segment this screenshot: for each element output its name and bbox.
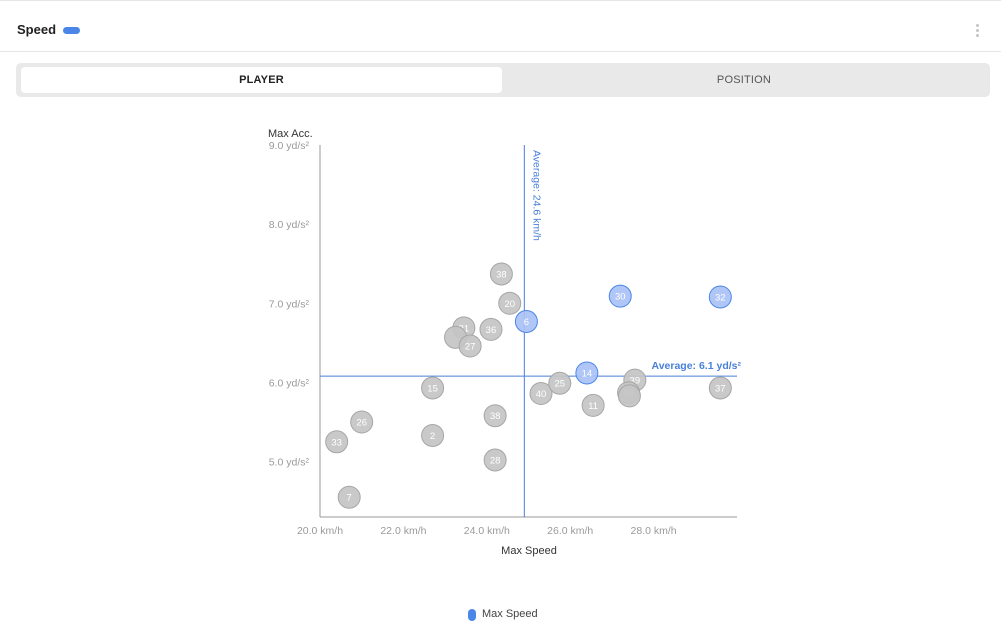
x-tick-label: 28.0 km/h (631, 525, 677, 537)
view-tabs: PLAYER POSITION (16, 63, 990, 97)
scatter-chart: Max Acc. Max Speed 5.0 yd/s² 6.0 yd/s² 7.0 y… (268, 128, 742, 557)
average-y-label: Average: 6.1 yd/s² (652, 360, 742, 372)
data-point-label: 28 (490, 456, 501, 467)
x-tick-label: 24.0 km/h (464, 525, 510, 537)
data-point-label: 27 (465, 342, 476, 353)
y-tick-label: 6.0 yd/s² (269, 377, 310, 389)
data-point-label: 2 (430, 431, 435, 442)
data-point-label: 11 (588, 401, 598, 412)
legend-swatch (468, 609, 476, 621)
data-point-label: 32 (715, 292, 726, 303)
x-tick-label: 20.0 km/h (297, 525, 343, 537)
series-indicator-pill (63, 27, 80, 34)
data-point-label: 7 (347, 493, 352, 504)
average-x-label: Average: 24.6 km/h (530, 150, 542, 241)
data-point-label: 15 (427, 383, 438, 394)
x-tick-label: 26.0 km/h (547, 525, 593, 537)
data-point-label: 30 (615, 292, 626, 303)
data-point-label: 40 (536, 389, 547, 400)
data-point-label: 37 (715, 383, 726, 394)
data-point-label: 33 (331, 437, 342, 448)
data-point-label: 38 (490, 411, 501, 422)
data-point-label: 20 (504, 299, 515, 310)
data-point (617, 384, 641, 408)
y-tick-label: 7.0 yd/s² (269, 298, 310, 310)
tab-player[interactable]: PLAYER (21, 67, 502, 93)
kebab-menu-icon[interactable] (972, 22, 982, 38)
data-point-label: 14 (582, 368, 593, 379)
y-axis-label: Max Acc. (268, 128, 313, 140)
y-tick-label: 8.0 yd/s² (269, 219, 310, 231)
data-point-label: 26 (356, 418, 367, 429)
card-title: Speed (17, 22, 57, 37)
tab-position[interactable]: POSITION (502, 67, 986, 93)
x-tick-label: 22.0 km/h (380, 525, 426, 537)
y-tick-label: 5.0 yd/s² (269, 457, 310, 469)
x-axis-label: Max Speed (501, 545, 557, 557)
data-point-label: 25 (554, 379, 565, 390)
data-point-label: 6 (524, 317, 529, 328)
legend-label: Max Speed (482, 608, 538, 620)
data-point-label: 36 (486, 325, 497, 336)
data-point-label: 38 (496, 270, 507, 281)
y-tick-label: 9.0 yd/s² (269, 140, 310, 152)
card-header: Speed (0, 0, 1001, 52)
